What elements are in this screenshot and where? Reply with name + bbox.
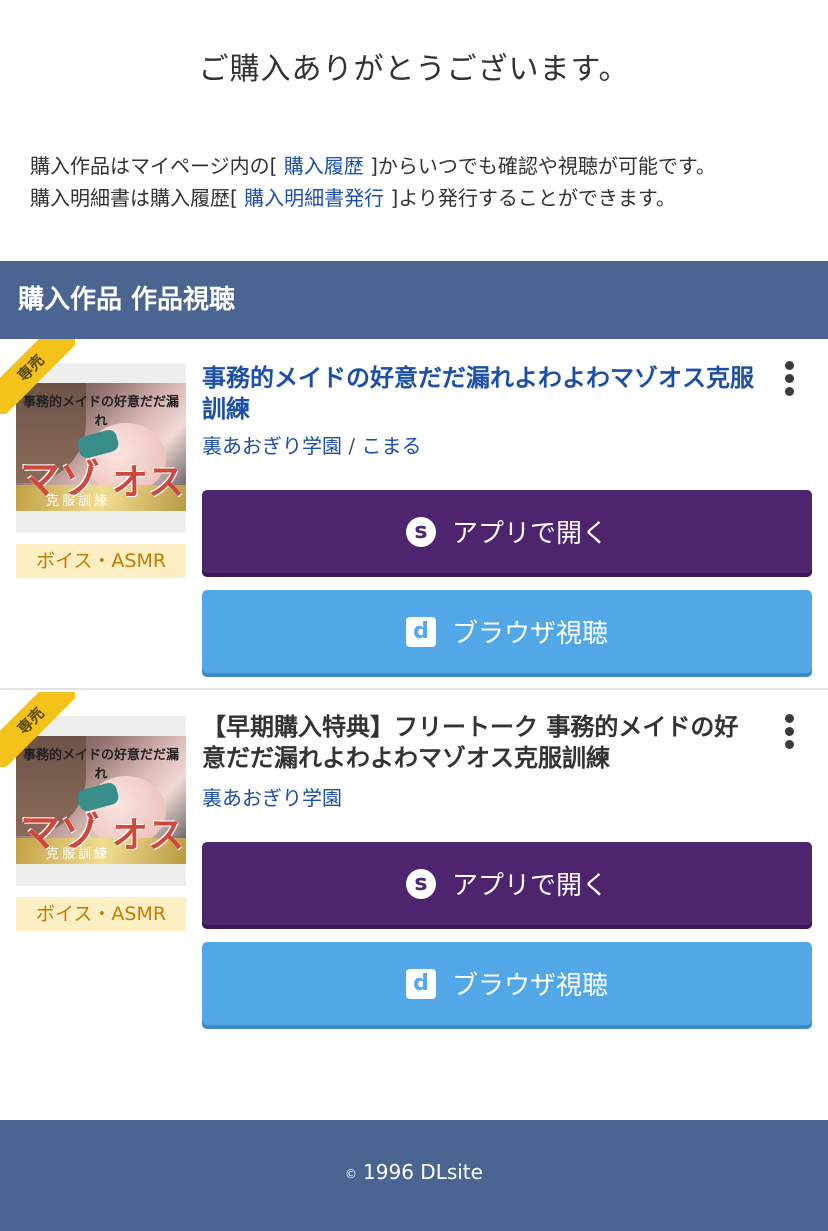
copyright-icon: © [345,1166,358,1181]
exclusive-ribbon: 専売 [0,339,75,414]
more-options-icon[interactable] [780,714,800,750]
app-logo-icon: s [405,868,436,899]
maker-line: 裏あおぎり学園 / こまる [202,430,421,459]
browser-logo-icon: d [405,968,436,999]
info-line-history: 購入作品はマイページ内の[ 購入履歴 ]からいつでも確認や視聴が可能です。 [30,150,810,182]
purchased-item: 事務的メイドの好意だだ漏れ マゾ オス 克服訓練 専売 ボイス・ASMR 事務的… [0,339,828,690]
app-logo-icon: s [405,516,436,547]
purchase-info: 購入作品はマイページ内の[ 購入履歴 ]からいつでも確認や視聴が可能です。 購入… [30,150,810,214]
circle-link[interactable]: 裏あおぎり学園 [202,434,342,458]
exclusive-ribbon-label: 専売 [0,339,75,414]
cover-subtitle-text: 克服訓練 [46,494,111,509]
browser-play-button[interactable]: d ブラウザ視聴 [202,590,812,673]
purchased-item: 事務的メイドの好意だだ漏れ マゾ オス 克服訓練 専売 ボイス・ASMR 【早期… [0,692,828,1052]
product-title: 【早期購入特典】フリートーク 事務的メイドの好意だだ漏れよわよわマゾオス克服訓練 [202,713,739,772]
info-line1-pre: 購入作品はマイページ内の[ [30,154,284,178]
info-line-receipt: 購入明細書は購入履歴[ 購入明細書発行 ]より発行することができます。 [30,182,810,214]
footer: © 1996 DLsite [0,1120,828,1231]
product-title[interactable]: 事務的メイドの好意だだ漏れよわよわマゾオス克服訓練 [202,363,762,425]
thank-you-message: ご購入ありがとうございます。 [198,52,630,87]
maker-line: 裏あおぎり学園 [202,782,342,811]
open-in-app-label: アプリで開く [451,871,608,901]
maker-separator: / [348,434,356,458]
info-line2-pre: 購入明細書は購入履歴[ [30,186,245,210]
purchase-history-link[interactable]: 購入履歴 [284,154,364,178]
info-line1-post: ]からいつでも確認や視聴が可能です。 [363,154,716,178]
cover-big-text-2: オス [111,814,184,856]
author-link[interactable]: こまる [361,434,421,458]
circle-link[interactable]: 裏あおぎり学園 [202,786,342,810]
more-options-icon[interactable] [780,361,800,397]
cover-subtitle-text: 克服訓練 [46,847,111,862]
genre-badge: ボイス・ASMR [16,897,186,931]
exclusive-ribbon: 専売 [0,692,75,767]
cover-big-text-2: オス [111,461,184,503]
browser-play-label: ブラウザ視聴 [451,619,608,649]
exclusive-ribbon-label: 専売 [0,692,75,767]
receipt-issue-link[interactable]: 購入明細書発行 [244,186,384,210]
browser-play-label: ブラウザ視聴 [451,971,608,1001]
copyright-text: 1996 DLsite [363,1160,483,1184]
info-line2-post: ]より発行することができます。 [384,186,676,210]
open-in-app-button[interactable]: s アプリで開く [202,842,812,925]
genre-badge: ボイス・ASMR [16,544,186,578]
browser-play-button[interactable]: d ブラウザ視聴 [202,942,812,1025]
browser-logo-icon: d [405,616,436,647]
open-in-app-button[interactable]: s アプリで開く [202,490,812,573]
section-header: 購入作品 作品視聴 [0,261,828,339]
open-in-app-label: アプリで開く [451,519,608,549]
